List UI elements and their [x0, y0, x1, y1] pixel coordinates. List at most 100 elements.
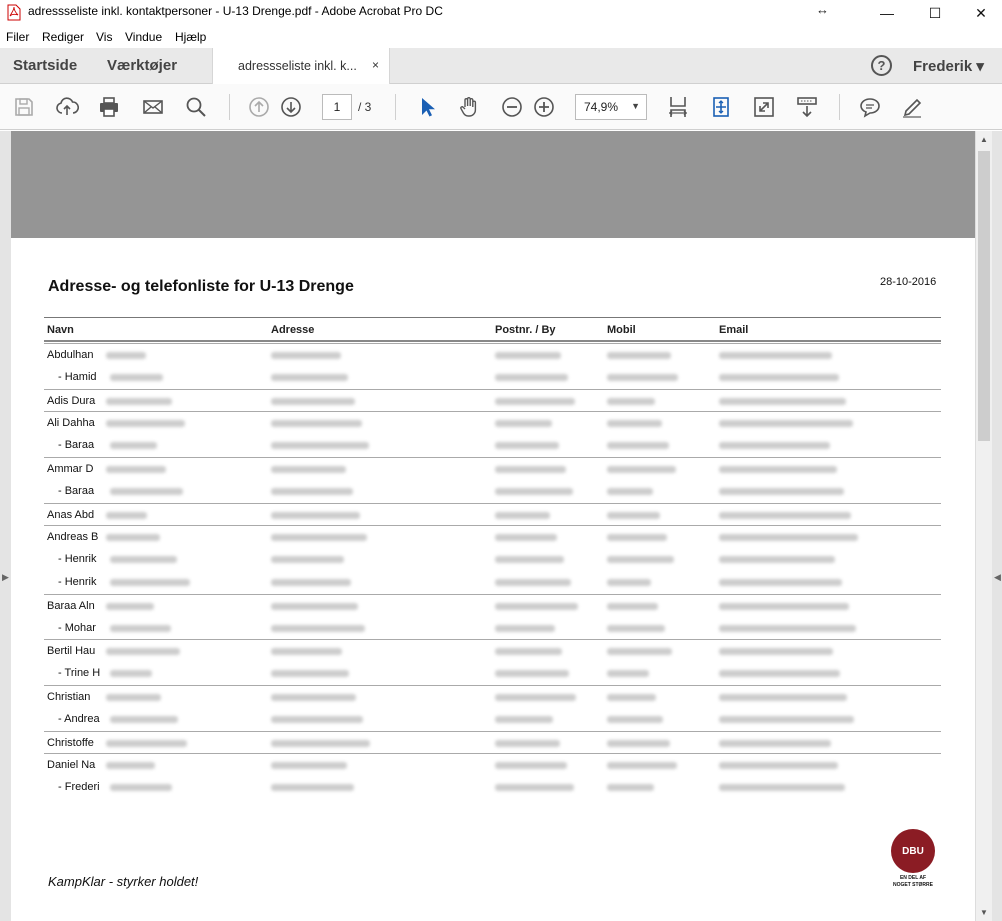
- scroll-up-icon[interactable]: ▲: [980, 135, 988, 144]
- print-icon[interactable]: [96, 94, 122, 120]
- redacted-text: [495, 373, 568, 381]
- pdf-file-icon: [7, 4, 21, 21]
- document-date: 28-10-2016: [880, 276, 937, 288]
- contact-name: Bertil Hau: [47, 645, 96, 658]
- user-menu[interactable]: Frederik ▾: [913, 57, 984, 75]
- sign-icon[interactable]: [899, 94, 925, 120]
- redacted-text: [495, 352, 561, 359]
- scroll-thumb[interactable]: [978, 151, 990, 441]
- redacted-text: [719, 352, 832, 359]
- read-mode-icon[interactable]: [794, 94, 820, 120]
- maximize-button[interactable]: ☐: [912, 0, 958, 26]
- toolbar-separator: [229, 94, 230, 120]
- redacted-text: [106, 352, 146, 359]
- hand-icon[interactable]: [456, 94, 482, 120]
- redacted-text: [110, 670, 152, 678]
- menu-window[interactable]: Vindue: [125, 30, 162, 44]
- redacted-text: [106, 466, 166, 473]
- comment-icon[interactable]: [857, 94, 883, 120]
- tab-document[interactable]: adressseliste inkl. k... ×: [212, 48, 390, 84]
- redacted-text: [110, 715, 178, 723]
- contact-name: Abdulhan: [47, 349, 94, 361]
- redacted-text: [607, 624, 665, 632]
- redacted-text: [607, 534, 667, 542]
- previous-page-bottom: [11, 131, 975, 238]
- zoom-in-icon[interactable]: [531, 94, 557, 120]
- contact-name: Anas Abd: [47, 508, 95, 521]
- redacted-text: [271, 784, 354, 792]
- search-icon[interactable]: [183, 94, 209, 120]
- table-row: - Mohar: [44, 617, 941, 640]
- right-panel-toggle-icon[interactable]: ◀: [994, 572, 1001, 583]
- redacted-text: [106, 739, 187, 747]
- left-panel-toggle-icon[interactable]: ▶: [2, 572, 9, 583]
- redacted-text: [607, 579, 651, 586]
- redacted-text: [271, 579, 351, 586]
- redacted-text: [719, 579, 842, 586]
- table-row: - Henrik: [44, 571, 941, 594]
- redacted-text: [719, 373, 839, 381]
- dbu-seal: DBU: [891, 829, 935, 873]
- menu-file[interactable]: Filer: [6, 30, 29, 44]
- column-header-address: Adresse: [271, 324, 315, 336]
- redacted-text: [271, 373, 348, 381]
- menu-help[interactable]: Hjælp: [175, 30, 206, 44]
- redacted-text: [495, 762, 567, 770]
- mail-icon[interactable]: [140, 94, 166, 120]
- fullscreen-icon[interactable]: [751, 94, 777, 120]
- column-header-mobile: Mobil: [607, 324, 636, 336]
- redacted-text: [106, 648, 180, 656]
- redacted-text: [271, 624, 365, 632]
- contact-name: Christoffe: [47, 736, 94, 749]
- contact-name: - Mohar: [58, 621, 96, 634]
- toolbar: 1 / 3 74,9% ▼: [0, 84, 1002, 130]
- table-row: Abdulhan: [44, 343, 941, 366]
- document-tab-label: adressseliste inkl. k...: [238, 59, 357, 73]
- title-bar: adressseliste inkl. kontaktpersoner - U-…: [0, 0, 1002, 26]
- select-arrow-icon[interactable]: [414, 94, 440, 120]
- zoom-dropdown[interactable]: 74,9% ▼: [575, 94, 647, 120]
- minimize-button[interactable]: —: [864, 0, 910, 26]
- page-total: / 3: [358, 100, 372, 114]
- redacted-text: [106, 694, 161, 701]
- help-icon[interactable]: ?: [871, 55, 892, 76]
- save-icon[interactable]: [11, 94, 37, 120]
- close-tab-icon[interactable]: ×: [372, 58, 379, 72]
- redacted-text: [271, 442, 369, 450]
- fit-width-icon[interactable]: [665, 94, 691, 120]
- menu-view[interactable]: Vis: [96, 30, 112, 44]
- tab-home[interactable]: Startside: [13, 57, 77, 74]
- redacted-text: [719, 739, 831, 747]
- redacted-text: [495, 466, 566, 473]
- pdf-page[interactable]: Adresse- og telefonliste for U-13 Drenge…: [11, 238, 975, 921]
- redacted-text: [719, 487, 844, 495]
- table-header: Navn Adresse Postnr. / By Mobil Email: [44, 317, 941, 342]
- redacted-text: [271, 487, 353, 495]
- fit-page-icon[interactable]: [708, 94, 734, 120]
- page-down-icon[interactable]: [278, 94, 304, 120]
- tab-tools[interactable]: Værktøjer: [107, 57, 177, 74]
- redacted-text: [271, 511, 360, 519]
- redacted-text: [719, 762, 838, 770]
- redacted-text: [719, 534, 858, 542]
- redacted-text: [607, 648, 672, 656]
- redacted-text: [719, 397, 846, 405]
- redacted-text: [495, 511, 550, 519]
- redacted-text: [607, 466, 676, 473]
- vertical-scrollbar[interactable]: ▲ ▼: [975, 131, 992, 921]
- menu-edit[interactable]: Rediger: [42, 30, 84, 44]
- page-up-icon[interactable]: [246, 94, 272, 120]
- scroll-down-icon[interactable]: ▼: [980, 908, 988, 917]
- upload-icon[interactable]: [54, 94, 80, 120]
- zoom-out-icon[interactable]: [499, 94, 525, 120]
- close-window-button[interactable]: ✕: [958, 0, 1002, 26]
- redacted-text: [106, 534, 160, 542]
- redacted-text: [607, 715, 663, 723]
- redacted-text: [719, 784, 845, 792]
- contact-name: - Trine H: [58, 667, 101, 680]
- page-number-input[interactable]: 1: [322, 94, 352, 120]
- document-viewer[interactable]: Adresse- og telefonliste for U-13 Drenge…: [0, 131, 1002, 921]
- table-row: Ammar D: [44, 457, 941, 480]
- redacted-text: [495, 784, 574, 792]
- table-row: - Frederi: [44, 776, 941, 799]
